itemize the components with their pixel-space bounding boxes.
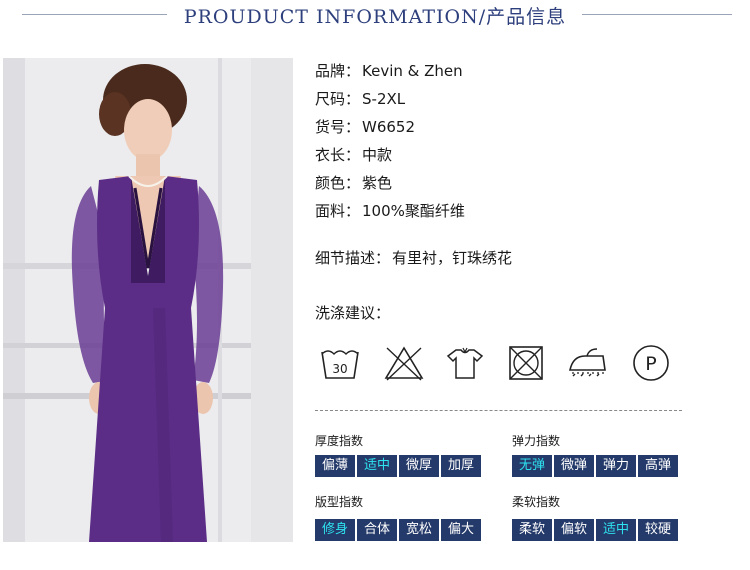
care-label: 洗涤建议： [315,304,391,322]
index-option: 高弹 [638,455,678,477]
index-option: 弹力 [596,455,636,477]
index-option: 偏大 [441,519,481,541]
divider [315,410,682,411]
wash-temperature: 30 [332,362,347,376]
spec-color: 颜色： 紫色 [315,172,392,194]
page-title: PROUDUCT INFORMATION/产品信息 [183,6,567,28]
spec-label: 货号： [315,118,361,136]
do-not-bleach-icon [383,344,425,382]
softness-index: 柔软 偏软 适中 较硬 [512,519,680,541]
detail-value: 有里衬，钉珠绣花 [392,249,513,267]
dry-clean-letter: P [645,353,656,375]
spec-item-number: 货号： W6652 [315,116,415,138]
index-option-selected: 适中 [596,519,636,541]
spec-value: Kevin & Zhen [362,62,463,80]
spec-value: 紫色 [362,174,393,192]
detail-label: 细节描述： [315,249,391,267]
spec-fabric: 面料： 100%聚酯纤维 [315,200,465,222]
index-option-selected: 适中 [357,455,397,477]
index-option: 偏软 [554,519,594,541]
spec-label: 尺码： [315,90,361,108]
dry-clean-p-icon: P [630,344,672,382]
spec-value: S-2XL [362,90,406,108]
spec-label: 颜色： [315,174,361,192]
spec-value: 100%聚酯纤维 [362,202,465,220]
index-option-selected: 无弹 [512,455,552,477]
index-option: 合体 [357,519,397,541]
index-option: 较硬 [638,519,678,541]
spec-brand: 品牌： Kevin & Zhen [315,60,463,82]
index-option: 微厚 [399,455,439,477]
index-option: 微弹 [554,455,594,477]
spec-label: 衣长： [315,146,361,164]
spec-length: 衣长： 中款 [315,144,392,166]
fit-index: 修身 合体 宽松 偏大 [315,519,483,541]
fit-index-title: 版型指数 [315,495,364,509]
elasticity-index-title: 弹力指数 [512,434,561,448]
thickness-index-title: 厚度指数 [315,434,364,448]
index-option: 宽松 [399,519,439,541]
product-photo [3,58,293,542]
spec-value: 中款 [362,146,393,164]
elasticity-index: 无弹 微弹 弹力 高弹 [512,455,680,477]
thickness-index: 偏薄 适中 微厚 加厚 [315,455,483,477]
index-option: 柔软 [512,519,552,541]
index-option: 偏薄 [315,455,355,477]
iron-low-icon [567,344,609,382]
spec-value: W6652 [362,118,416,136]
wash-30-icon: 30 [319,344,361,382]
detail-description: 细节描述： 有里衬，钉珠绣花 [315,247,512,269]
softness-index-title: 柔软指数 [512,495,561,509]
spec-label: 面料： [315,202,361,220]
spec-size: 尺码： S-2XL [315,88,405,110]
do-not-tumble-dry-icon [505,344,547,382]
index-option: 加厚 [441,455,481,477]
index-option-selected: 修身 [315,519,355,541]
spec-label: 品牌： [315,62,361,80]
dry-flat-icon [444,344,486,382]
